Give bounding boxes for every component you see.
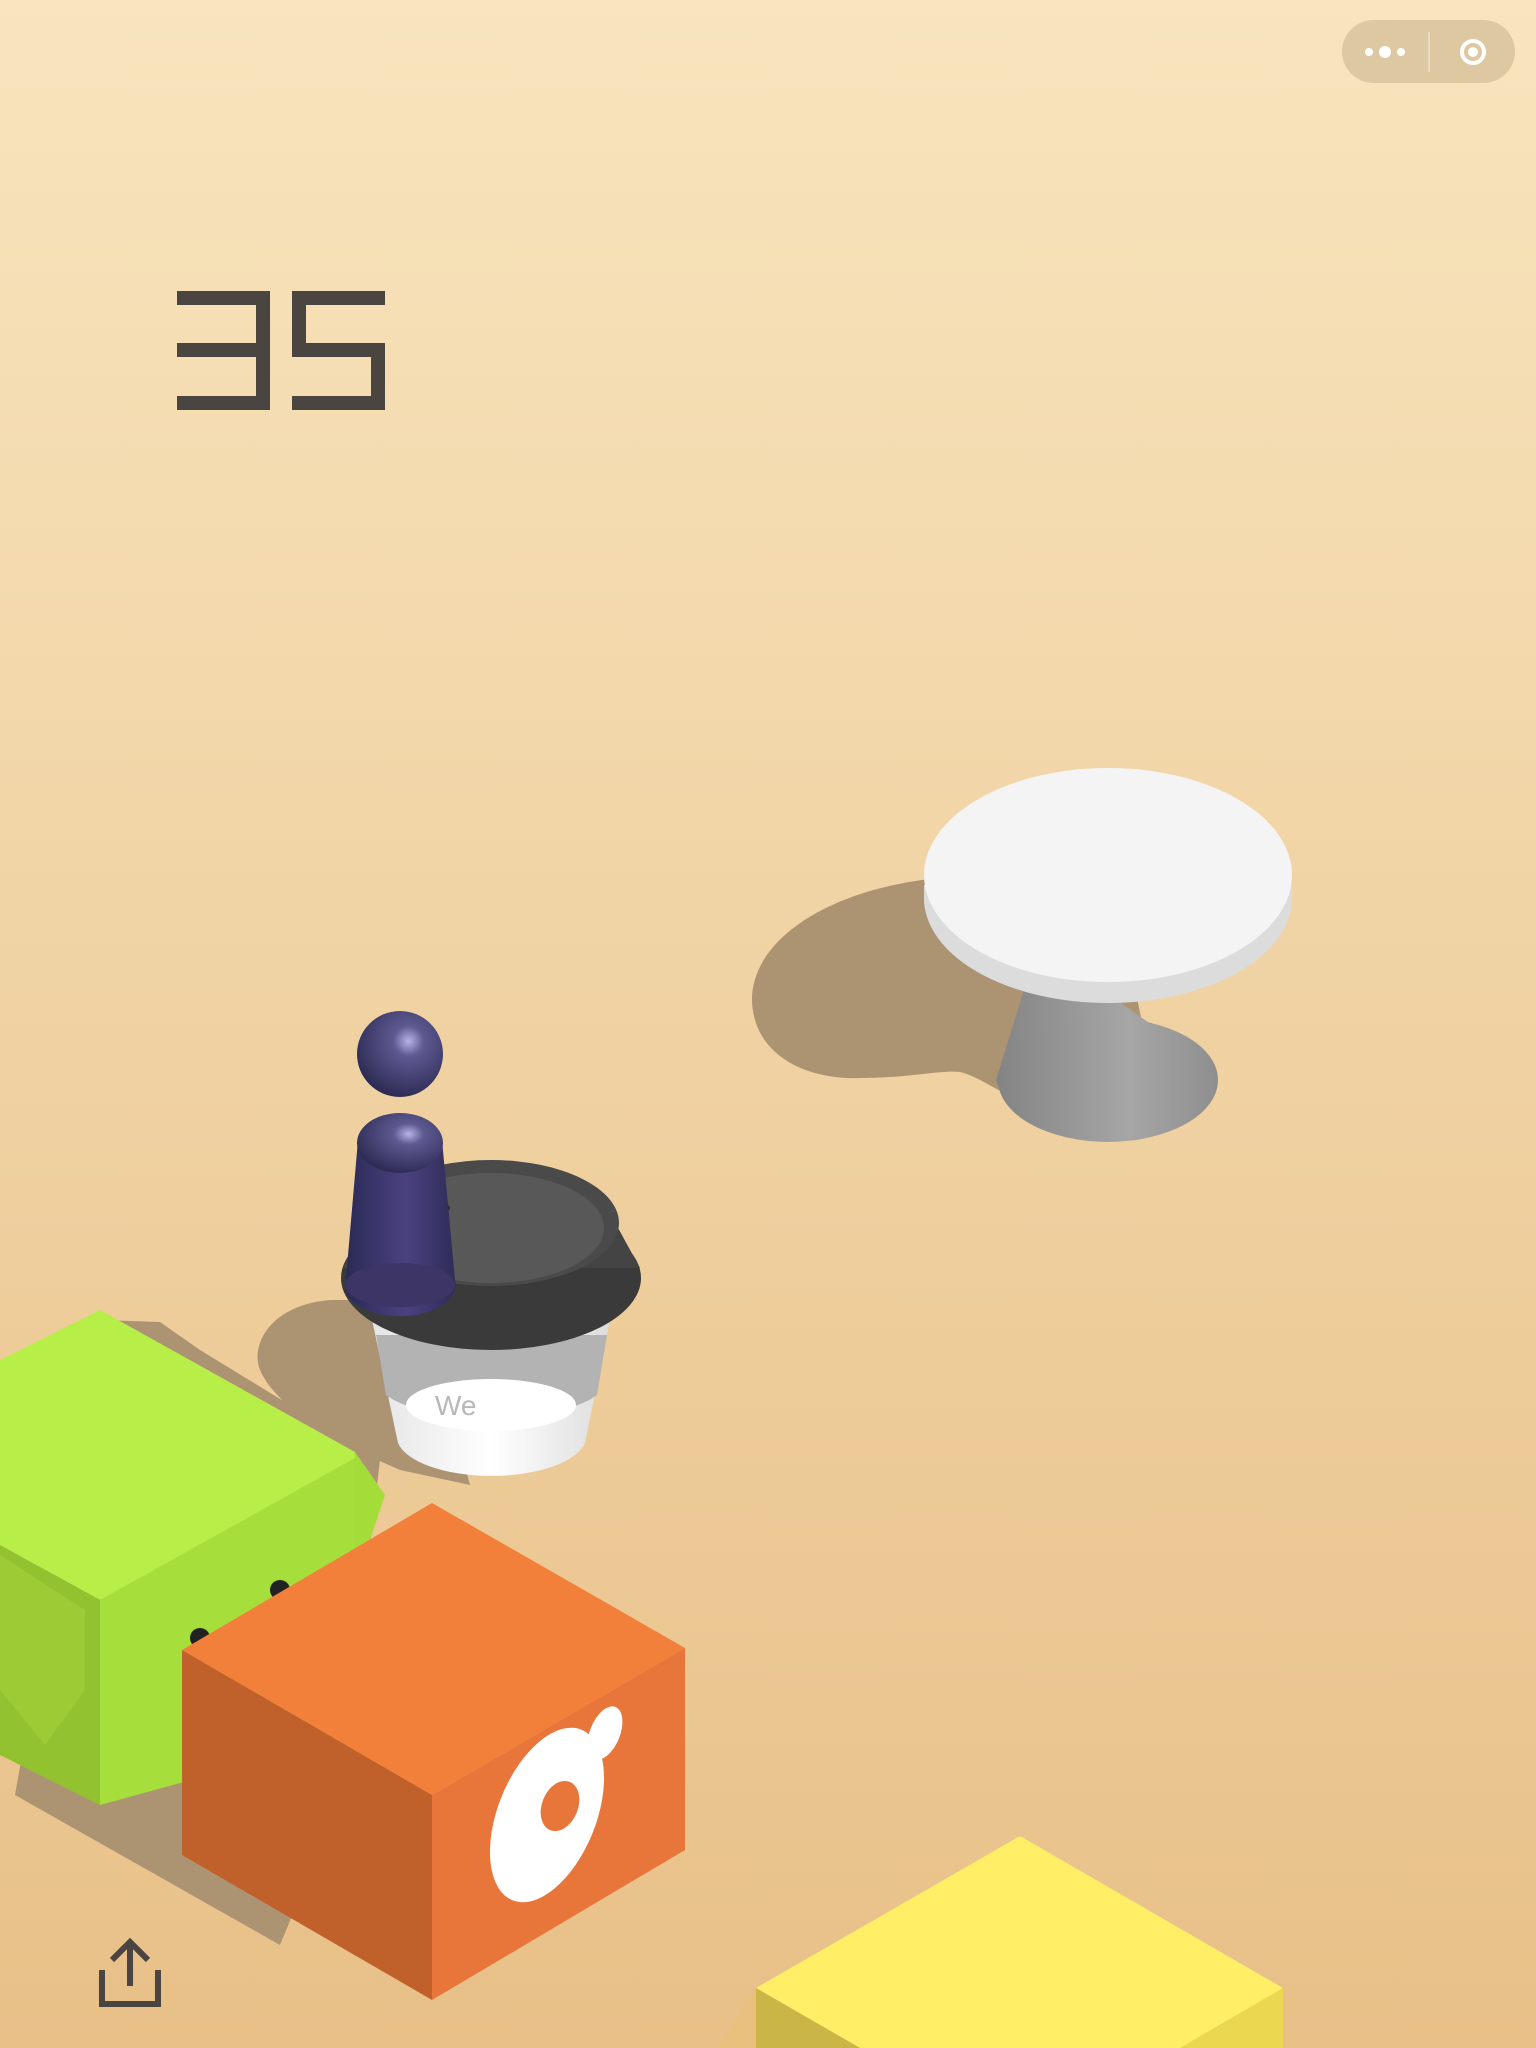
more-dots-icon[interactable]	[1342, 20, 1428, 83]
target-close-icon[interactable]	[1430, 20, 1515, 83]
cup-brand-suffix: Store	[498, 1394, 551, 1419]
player-piece	[345, 1011, 456, 1317]
mini-program-capsule	[1342, 20, 1515, 83]
cup-brand-prefix: We	[435, 1390, 477, 1421]
game-scene[interactable]: We Store	[0, 0, 1536, 2048]
share-icon[interactable]	[96, 1938, 164, 2010]
